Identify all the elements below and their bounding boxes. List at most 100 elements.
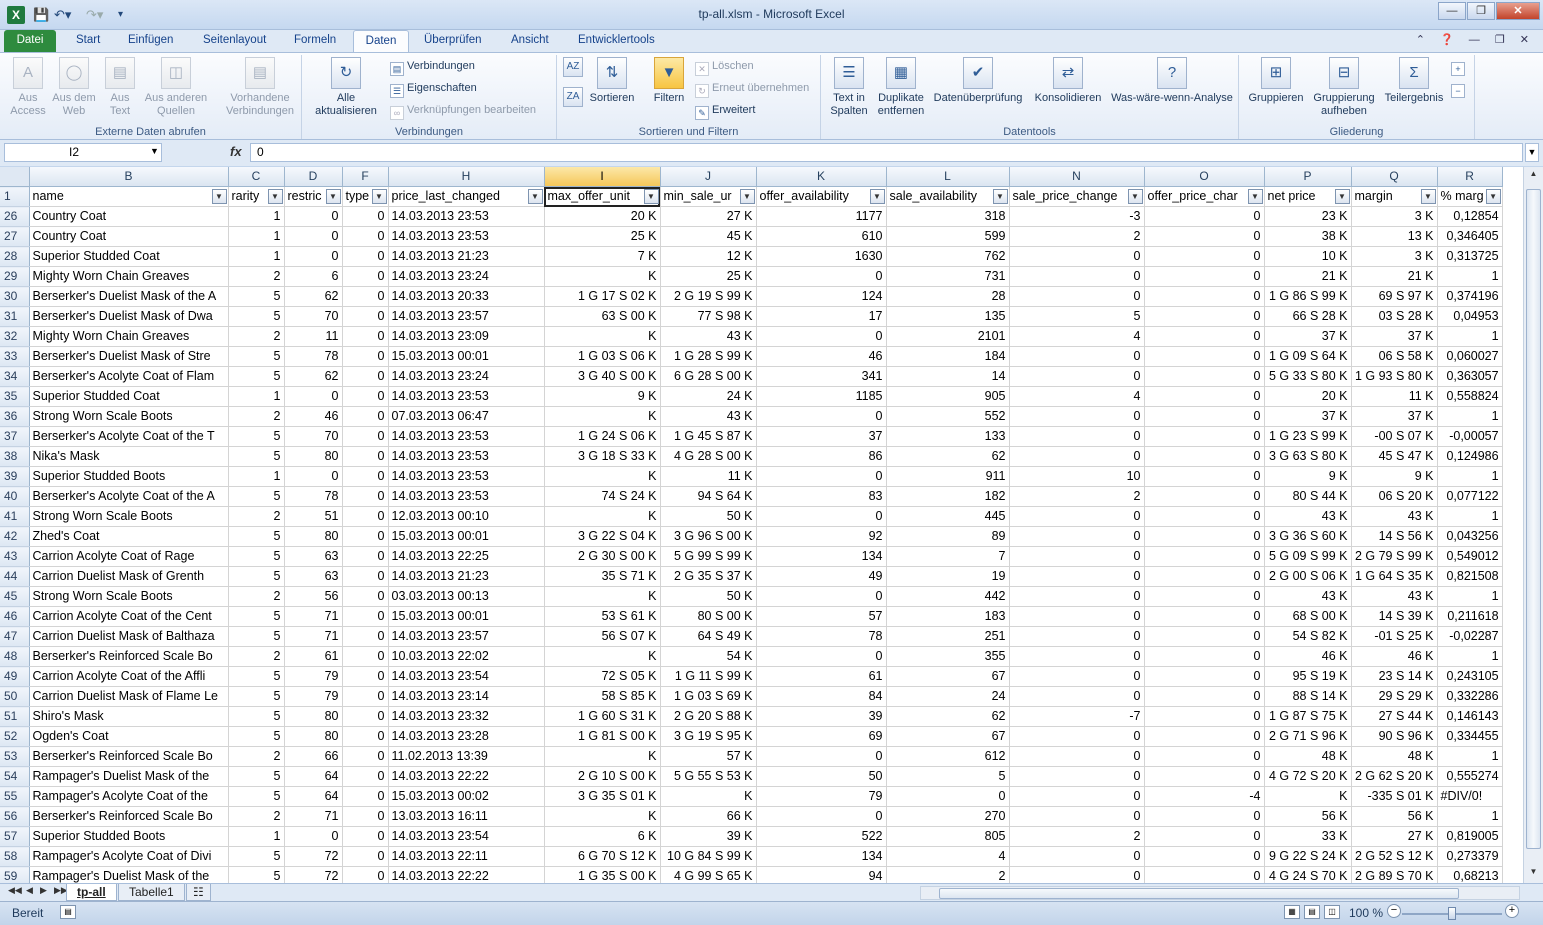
cell[interactable]: K [544,506,661,527]
filter-dropdown-icon[interactable]: ▼ [371,189,387,204]
select-all-corner[interactable] [0,167,30,187]
cell[interactable]: Berserker's Duelist Mask of the A [29,286,229,307]
cell[interactable]: 70 [284,306,343,327]
cell[interactable]: 0 [756,746,887,767]
cell[interactable]: 5 G 09 S 99 K [1264,546,1352,567]
cell[interactable]: 0 [1009,626,1145,647]
cell[interactable]: Berserker's Duelist Mask of Stre [29,346,229,367]
cell[interactable]: 0,346405 [1437,226,1503,247]
cell[interactable]: 2 [228,506,285,527]
cell[interactable]: 56 K [1264,806,1352,827]
cell[interactable]: 0 [1144,326,1265,347]
cell[interactable]: -3 [1009,206,1145,227]
row-header[interactable]: 52 [0,726,30,747]
cell[interactable]: 0,549012 [1437,546,1503,567]
cell[interactable]: 54 K [660,646,757,667]
cell[interactable]: 0,334455 [1437,726,1503,747]
cell[interactable]: 24 K [660,386,757,407]
row-header[interactable]: 56 [0,806,30,827]
cell[interactable]: 80 [284,446,343,467]
cell[interactable]: 50 [756,766,887,787]
cell[interactable]: 23 S 14 K [1351,666,1438,687]
cell[interactable]: 0 [1009,806,1145,827]
header-cell[interactable]: offer_price_char ▼ [1144,186,1265,207]
cell[interactable]: 0 [1144,706,1265,727]
cell[interactable]: 53 S 61 K [544,606,661,627]
cell[interactable]: 14.03.2013 23:54 [388,826,545,847]
cell[interactable]: 0 [342,786,389,807]
column-header-f[interactable]: F [342,167,389,187]
cell[interactable]: 0 [1144,746,1265,767]
cell[interactable]: 11 K [1351,386,1438,407]
cell[interactable]: 183 [886,606,1010,627]
cell[interactable]: 21 K [1351,266,1438,287]
cell[interactable]: 4 G 72 S 20 K [1264,766,1352,787]
cell[interactable]: 0 [1009,446,1145,467]
show-detail-button[interactable]: + [1451,57,1468,76]
cell[interactable]: 57 K [660,746,757,767]
cell[interactable]: Mighty Worn Chain Greaves [29,326,229,347]
sort-asc-button[interactable]: AZ [561,57,585,80]
cell[interactable]: 14.03.2013 23:24 [388,366,545,387]
maximize-button[interactable]: ❐ [1467,2,1495,20]
tab-seitenlayout[interactable]: Seitenlayout [197,30,272,52]
vertical-scroll-thumb[interactable] [1526,189,1541,849]
cell[interactable]: 29 S 29 K [1351,686,1438,707]
cell[interactable]: 14.03.2013 23:53 [388,446,545,467]
cell[interactable]: 0 [1009,846,1145,867]
cell[interactable]: 0,821508 [1437,566,1503,587]
row-header[interactable]: 27 [0,226,30,247]
cell[interactable]: 0 [1144,806,1265,827]
cell[interactable]: 1 [1437,506,1503,527]
cell[interactable]: 0,374196 [1437,286,1503,307]
row-header[interactable]: 57 [0,826,30,847]
cell[interactable]: 0 [342,446,389,467]
cell[interactable]: 78 [284,346,343,367]
cell[interactable]: 14.03.2013 23:24 [388,266,545,287]
cell[interactable]: 2 G 89 S 70 K [1351,866,1438,883]
cell[interactable]: 14 [886,366,1010,387]
cell[interactable]: 341 [756,366,887,387]
cell[interactable]: 5 [228,626,285,647]
from-web-button[interactable]: ◯ Aus dem Web [50,57,98,118]
cell[interactable]: 10 G 84 S 99 K [660,846,757,867]
cell[interactable]: 79 [284,666,343,687]
cell[interactable]: 1 [228,466,285,487]
edit-links-button[interactable]: ∞ Verknüpfungen bearbeiten [390,101,536,120]
cell[interactable]: 1 G 09 S 64 K [1264,346,1352,367]
cell[interactable]: -0,02287 [1437,626,1503,647]
cell[interactable]: 0 [1009,606,1145,627]
cell[interactable]: 90 S 96 K [1351,726,1438,747]
cell[interactable]: 0 [756,326,887,347]
row-header[interactable]: 34 [0,366,30,387]
cell[interactable]: 0 [1144,306,1265,327]
cell[interactable]: 0 [342,646,389,667]
cell[interactable]: 0 [1144,726,1265,747]
consolidate-button[interactable]: ⇄ Konsolidieren [1029,57,1107,105]
cell[interactable]: 0 [756,266,887,287]
cell[interactable]: 10 K [1264,246,1352,267]
cell[interactable]: Berserker's Acolyte Coat of Flam [29,366,229,387]
cell[interactable]: 61 [284,646,343,667]
row-header[interactable]: 55 [0,786,30,807]
cell[interactable]: Rampager's Duelist Mask of the [29,866,229,883]
cell[interactable]: 0 [342,666,389,687]
cell[interactable]: 20 K [1264,386,1352,407]
header-cell[interactable]: net price ▼ [1264,186,1352,207]
cell[interactable]: 15.03.2013 00:01 [388,526,545,547]
cell[interactable]: 0,12854 [1437,206,1503,227]
cell[interactable]: Berserker's Reinforced Scale Bo [29,746,229,767]
cell[interactable]: 0 [1009,766,1145,787]
cell[interactable]: 2 [228,266,285,287]
cell[interactable]: 4 G 24 S 70 K [1264,866,1352,883]
cell[interactable]: 5 G 99 S 99 K [660,546,757,567]
cell[interactable]: -7 [1009,706,1145,727]
cell[interactable]: 0 [756,506,887,527]
cell[interactable]: 2 [228,406,285,427]
cell[interactable]: 12.03.2013 00:10 [388,506,545,527]
horizontal-scrollbar[interactable] [920,886,1520,900]
cell[interactable]: 4 [886,846,1010,867]
cell[interactable]: 06 S 20 K [1351,486,1438,507]
row-header[interactable]: 32 [0,326,30,347]
cell[interactable]: 5 [228,846,285,867]
